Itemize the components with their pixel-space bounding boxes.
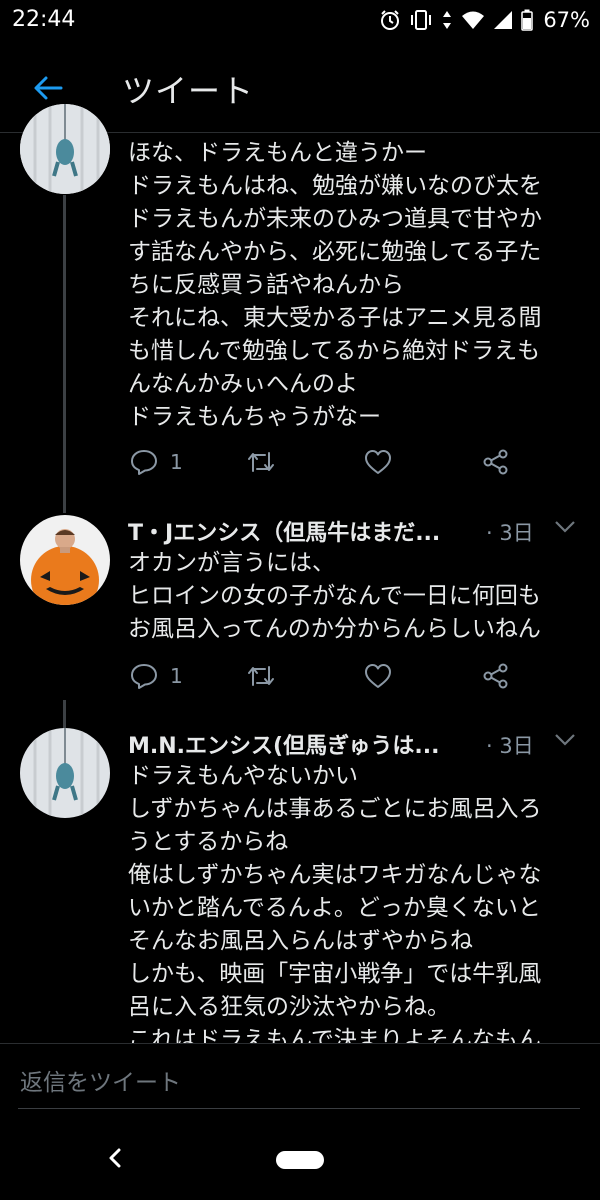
reply-icon xyxy=(131,450,157,475)
like-icon xyxy=(365,664,391,688)
reply-count: 1 xyxy=(170,450,183,474)
battery-icon xyxy=(521,9,534,31)
system-back-button[interactable] xyxy=(100,1143,130,1173)
system-home-pill[interactable] xyxy=(276,1151,324,1169)
tweet-text: ほな、ドラえもんと違うかー ドラえもんはね、勉強が嫌いなのび太を ドラえもんが未… xyxy=(128,140,542,430)
tweet-header: M.N.エンシス(但馬ぎゅうは... · 3日 xyxy=(128,728,578,762)
tweet-actions: 1 xyxy=(130,656,530,696)
chevron-down-icon xyxy=(555,521,575,533)
reply-button[interactable]: 1 xyxy=(130,442,183,482)
signal-icon xyxy=(494,11,513,29)
status-icons: 67% xyxy=(379,8,590,32)
page-title: ツイート xyxy=(122,72,255,110)
share-button[interactable] xyxy=(482,656,510,696)
reply-input[interactable]: 返信をツイート xyxy=(20,1063,181,1097)
tweet-menu-button[interactable] xyxy=(554,519,576,538)
tweet-actions: 1 xyxy=(130,442,530,482)
thread-line xyxy=(63,195,66,513)
tweet-time: · 3日 xyxy=(486,734,534,758)
chevron-left-icon xyxy=(109,1148,121,1168)
like-icon xyxy=(365,450,391,474)
system-nav-bar xyxy=(0,1115,600,1200)
author-name[interactable]: M.N.エンシス(但馬ぎゅうは... xyxy=(128,728,440,760)
retweet-button[interactable] xyxy=(246,442,276,482)
like-button[interactable] xyxy=(364,656,392,696)
reply-button[interactable]: 1 xyxy=(130,656,183,696)
chevron-down-icon xyxy=(555,734,575,746)
back-arrow-icon xyxy=(34,76,63,100)
tweet-text: オカンが言うには、 ヒロインの女の子がなんで一日に何回も お風呂入ってんのか分か… xyxy=(128,550,541,642)
status-bar: 22:44 67% xyxy=(0,0,600,44)
avatar[interactable] xyxy=(20,104,110,194)
alarm-icon xyxy=(381,10,400,30)
avatar[interactable] xyxy=(20,728,110,818)
retweet-icon xyxy=(248,666,274,686)
thread-line xyxy=(63,700,66,730)
data-arrows-icon xyxy=(443,11,452,29)
reply-divider xyxy=(0,1043,600,1044)
tweet-header: T・Jエンシス（但馬牛はまだ... · 3日 xyxy=(128,515,578,549)
author-name[interactable]: T・Jエンシス（但馬牛はまだ... xyxy=(128,515,440,547)
reply-count: 1 xyxy=(170,664,183,688)
tweet-time: · 3日 xyxy=(486,521,534,545)
share-icon xyxy=(483,449,508,475)
share-icon xyxy=(483,663,508,689)
reply-underline xyxy=(18,1108,580,1109)
retweet-button[interactable] xyxy=(246,656,276,696)
tweet-text: ドラえもんやないかい しずかちゃんは事あるごとにお風呂入ろ うとするからね 俺は… xyxy=(128,763,542,1053)
retweet-icon xyxy=(248,452,274,472)
avatar[interactable] xyxy=(20,515,110,605)
like-button[interactable] xyxy=(364,442,392,482)
vibrate-icon xyxy=(411,10,432,30)
reply-icon xyxy=(131,664,157,689)
share-button[interactable] xyxy=(482,442,510,482)
battery-percent: 67% xyxy=(543,8,590,32)
status-time: 22:44 xyxy=(12,7,76,32)
tweet-menu-button[interactable] xyxy=(554,732,576,751)
wifi-icon xyxy=(462,11,485,29)
